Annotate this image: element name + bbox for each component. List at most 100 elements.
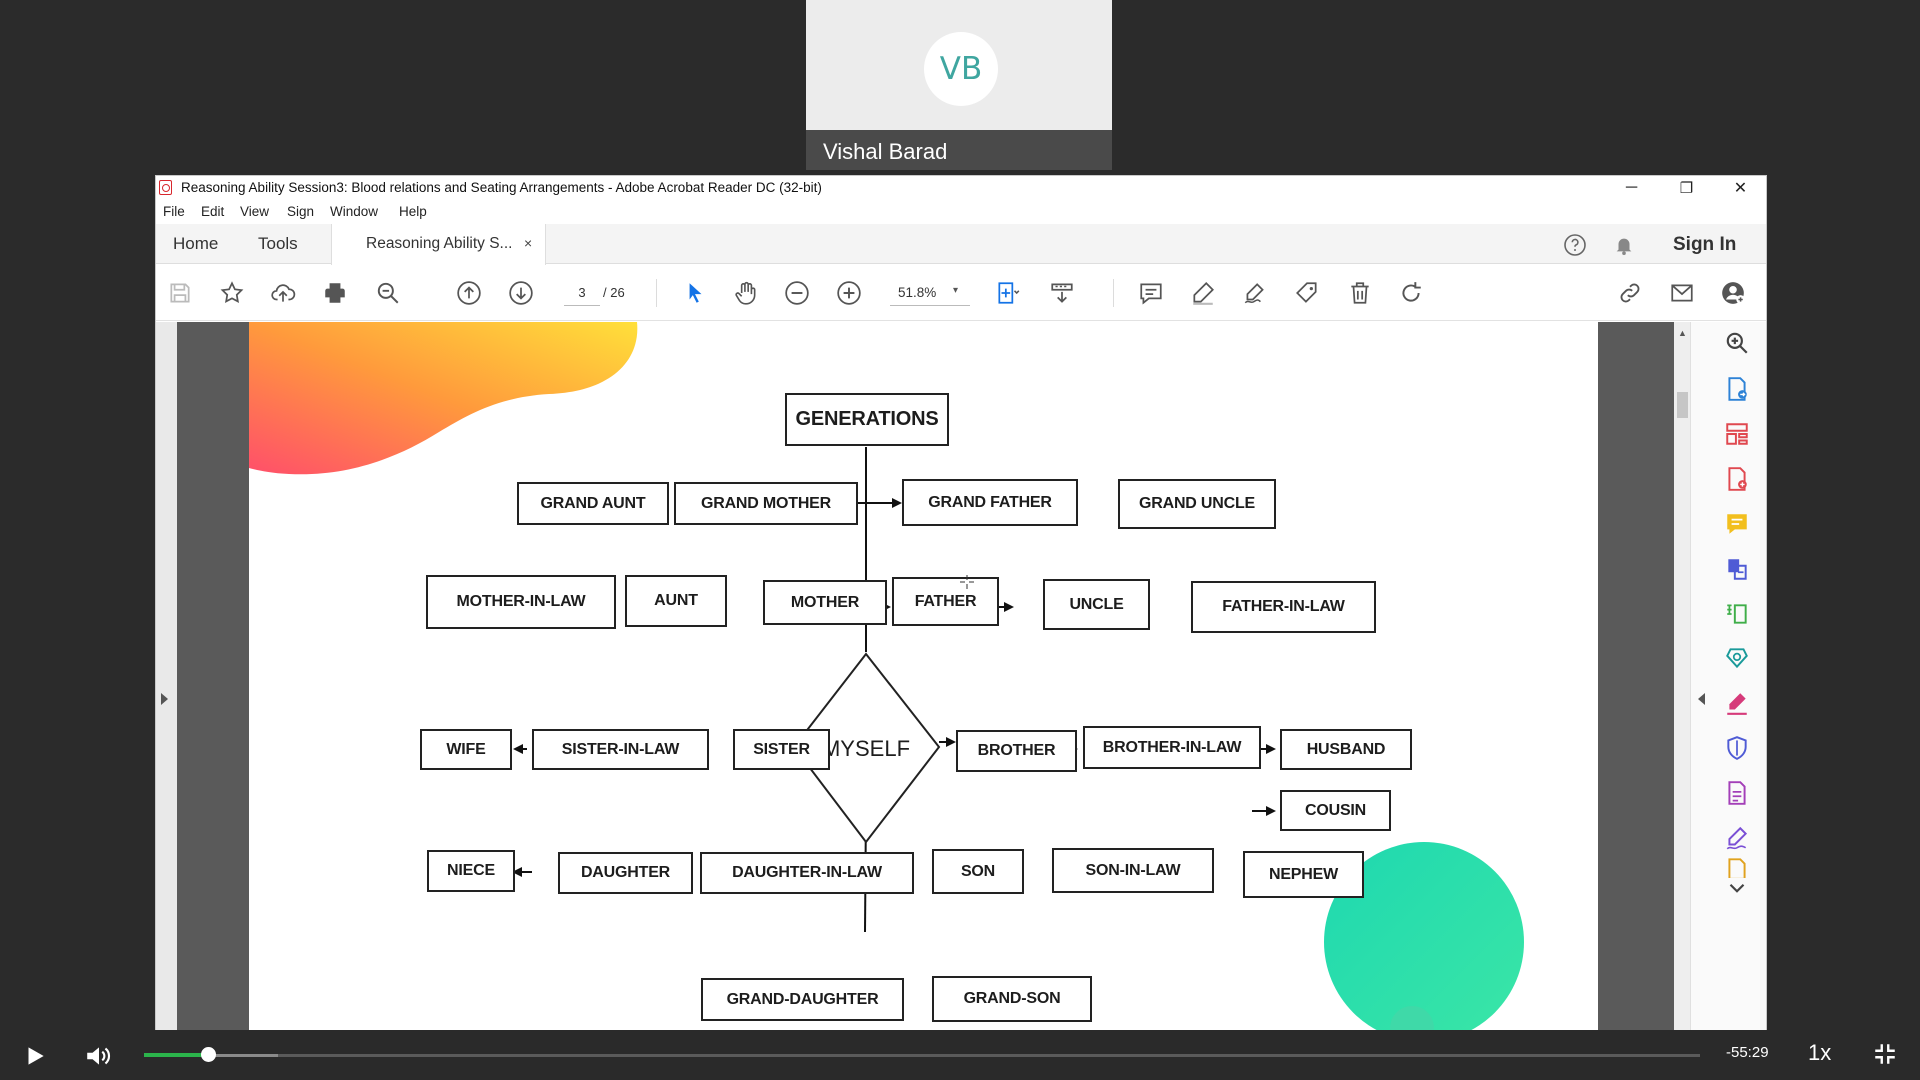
document-area: MYSELF GENERATIONS GRAND AUNT GRAND MOTH…	[156, 322, 1766, 1079]
chevron-down-icon[interactable]	[1722, 873, 1752, 903]
next-page-icon[interactable]	[507, 279, 535, 307]
expand-left-icon[interactable]	[161, 693, 168, 705]
email-icon[interactable]	[1668, 279, 1696, 307]
window-title: Reasoning Ability Session3: Blood relati…	[181, 180, 822, 195]
play-icon[interactable]	[22, 1043, 48, 1069]
help-icon[interactable]	[1563, 233, 1587, 257]
request-signature-icon[interactable]	[1722, 823, 1752, 853]
node-cousin: COUSIN	[1280, 790, 1391, 831]
scrollbar-thumb[interactable]	[1677, 392, 1688, 418]
right-tools-panel	[1690, 322, 1766, 1079]
delete-trash-icon[interactable]	[1346, 279, 1374, 307]
zoom-in-icon[interactable]	[835, 279, 863, 307]
stamp-tag-icon[interactable]	[1293, 279, 1321, 307]
menu-edit[interactable]: Edit	[201, 204, 224, 219]
node-son-in-law: SON-IN-LAW	[1052, 848, 1214, 893]
save-icon[interactable]	[166, 279, 194, 307]
tab-home[interactable]: Home	[173, 224, 218, 264]
rotate-icon[interactable]	[1397, 279, 1425, 307]
comment-tool-icon[interactable]	[1722, 509, 1752, 539]
search-zoom-icon[interactable]	[374, 279, 402, 307]
previous-page-icon[interactable]	[455, 279, 483, 307]
crosshair-cursor-icon	[960, 575, 974, 589]
node-brother: BROTHER	[956, 730, 1077, 772]
comment-icon[interactable]	[1137, 279, 1165, 307]
zoom-search-icon[interactable]	[1722, 328, 1752, 358]
edit-pdf-icon[interactable]	[1722, 599, 1752, 629]
page-margin-right	[1598, 322, 1674, 1079]
node-wife: WIFE	[420, 729, 512, 770]
node-father: FATHER	[892, 577, 999, 626]
node-sister: SISTER	[733, 729, 830, 770]
acrobat-app-icon	[159, 180, 172, 195]
page-total: / 26	[603, 285, 625, 300]
highlight-pen-icon[interactable]	[1189, 279, 1217, 307]
tab-tools[interactable]: Tools	[258, 224, 298, 264]
node-aunt: AUNT	[625, 575, 727, 627]
seek-handle[interactable]	[201, 1047, 216, 1062]
node-grand-son: GRAND-SON	[932, 976, 1092, 1022]
played-progress	[144, 1053, 208, 1057]
send-for-review-icon[interactable]	[1722, 643, 1752, 673]
acrobat-window: Reasoning Ability Session3: Blood relati…	[155, 175, 1767, 1080]
create-pdf-icon[interactable]	[1722, 464, 1752, 494]
menu-help[interactable]: Help	[399, 204, 427, 219]
sign-in-button[interactable]: Sign In	[1673, 234, 1736, 256]
zoom-out-icon[interactable]	[783, 279, 811, 307]
tab-bar: Home Tools Reasoning Ability S... × Sign…	[156, 224, 1766, 265]
menu-view[interactable]: View	[240, 204, 269, 219]
node-mother: MOTHER	[763, 580, 887, 625]
seek-bar[interactable]	[144, 1054, 1700, 1057]
playback-speed-button[interactable]: 1x	[1808, 1040, 1831, 1066]
toolbar: 3 / 26 51.8% ▾	[156, 265, 1766, 321]
node-grand-uncle: GRAND UNCLE	[1118, 479, 1276, 529]
participant-tile: VB Vishal Barad	[806, 0, 1112, 170]
minimize-button[interactable]: ─	[1604, 176, 1659, 200]
node-daughter: DAUGHTER	[558, 852, 693, 894]
buffered-bar	[208, 1054, 278, 1057]
node-daughter-in-law: DAUGHTER-IN-LAW	[700, 852, 914, 894]
chevron-down-icon[interactable]: ▾	[953, 285, 958, 296]
restore-button[interactable]: ❐	[1659, 176, 1714, 200]
add-user-icon[interactable]	[1719, 279, 1747, 307]
close-button[interactable]: ✕	[1713, 176, 1766, 200]
share-link-icon[interactable]	[1616, 279, 1644, 307]
menu-file[interactable]: File	[163, 204, 185, 219]
avatar: VB	[924, 32, 998, 106]
select-cursor-icon[interactable]	[681, 279, 709, 307]
menu-bar: File Edit View Sign Window Help	[156, 201, 1766, 223]
vertical-scrollbar[interactable]: ▲	[1674, 322, 1690, 1079]
protect-shield-icon[interactable]	[1722, 733, 1752, 763]
combine-files-icon[interactable]	[1722, 554, 1752, 584]
sign-pen-icon[interactable]	[1241, 279, 1269, 307]
organize-pages-icon[interactable]	[1722, 419, 1752, 449]
volume-icon[interactable]	[84, 1042, 114, 1070]
page-margin-left	[177, 322, 249, 1079]
node-grand-daughter: GRAND-DAUGHTER	[701, 978, 904, 1021]
node-niece: NIECE	[427, 850, 515, 892]
menu-sign[interactable]: Sign	[287, 204, 314, 219]
fill-sign-icon[interactable]	[1722, 688, 1752, 718]
print-icon[interactable]	[321, 279, 349, 307]
exit-fullscreen-icon[interactable]	[1872, 1041, 1900, 1069]
menu-window[interactable]: Window	[330, 204, 378, 219]
prepare-form-icon[interactable]	[1722, 778, 1752, 808]
left-panel-toggle[interactable]	[156, 322, 177, 1079]
node-sister-in-law: SISTER-IN-LAW	[532, 729, 709, 770]
collapse-right-icon[interactable]	[1698, 693, 1705, 705]
tab-document[interactable]: Reasoning Ability S... ×	[331, 224, 546, 265]
tab-close-button[interactable]: ×	[524, 235, 532, 251]
pdf-page: MYSELF GENERATIONS GRAND AUNT GRAND MOTH…	[249, 322, 1598, 1079]
hand-tool-icon[interactable]	[732, 279, 760, 307]
export-pdf-icon[interactable]	[1722, 374, 1752, 404]
time-remaining: -55:29	[1726, 1044, 1769, 1061]
bell-icon[interactable]	[1613, 233, 1635, 257]
node-grand-aunt: GRAND AUNT	[517, 482, 669, 525]
bookmark-star-icon[interactable]	[218, 279, 246, 307]
page-number-input[interactable]: 3	[564, 280, 600, 306]
participant-name: Vishal Barad	[806, 130, 1112, 170]
fit-page-icon[interactable]	[994, 279, 1022, 307]
upload-cloud-icon[interactable]	[269, 279, 297, 307]
scroll-up-icon[interactable]: ▲	[1678, 328, 1687, 338]
scrolling-mode-icon[interactable]	[1048, 279, 1076, 307]
